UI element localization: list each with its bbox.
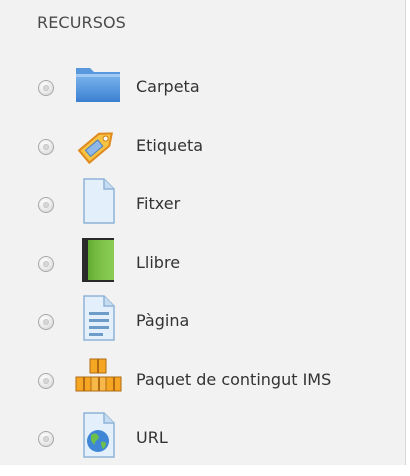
radio-button[interactable] [38,138,54,155]
resource-option-carpeta[interactable]: Carpeta [0,66,406,125]
url-globe-icon [74,411,122,459]
radio-button[interactable] [38,314,54,330]
resource-label[interactable]: URL [136,428,168,447]
radio-button[interactable] [38,372,54,389]
section-heading: RECURSOS [37,13,126,32]
resource-label[interactable]: Llibre [136,253,180,272]
resource-option-url[interactable]: URL [0,412,406,476]
resource-option-llibre[interactable]: Llibre [0,237,406,301]
resource-option-fitxer[interactable]: Fitxer [0,178,406,242]
folder-icon [74,60,122,108]
resource-label[interactable]: Paquet de contingut IMS [136,370,331,389]
resources-panel: RECURSOS Carpeta Etiqueta Fitxer Llibre … [0,0,406,465]
resource-list: Carpeta Etiqueta Fitxer Llibre Pàgina Pa… [0,66,406,476]
radio-button[interactable] [38,255,54,272]
book-icon [74,236,122,284]
resource-option-pagina[interactable]: Pàgina [0,295,406,359]
ims-package-icon [74,353,122,401]
resource-option-paquet-ims[interactable]: Paquet de contingut IMS [0,358,406,418]
resource-option-etiqueta[interactable]: Etiqueta [0,125,406,184]
resource-label[interactable]: Pàgina [136,311,189,330]
file-icon [74,177,122,225]
radio-button[interactable] [38,197,54,213]
resource-label[interactable]: Fitxer [136,194,180,213]
resource-label[interactable]: Carpeta [136,77,200,96]
radio-button[interactable] [38,431,54,447]
page-icon [74,294,122,342]
radio-button[interactable] [38,80,54,96]
resource-label[interactable]: Etiqueta [136,136,203,155]
tag-label-icon [74,119,122,167]
